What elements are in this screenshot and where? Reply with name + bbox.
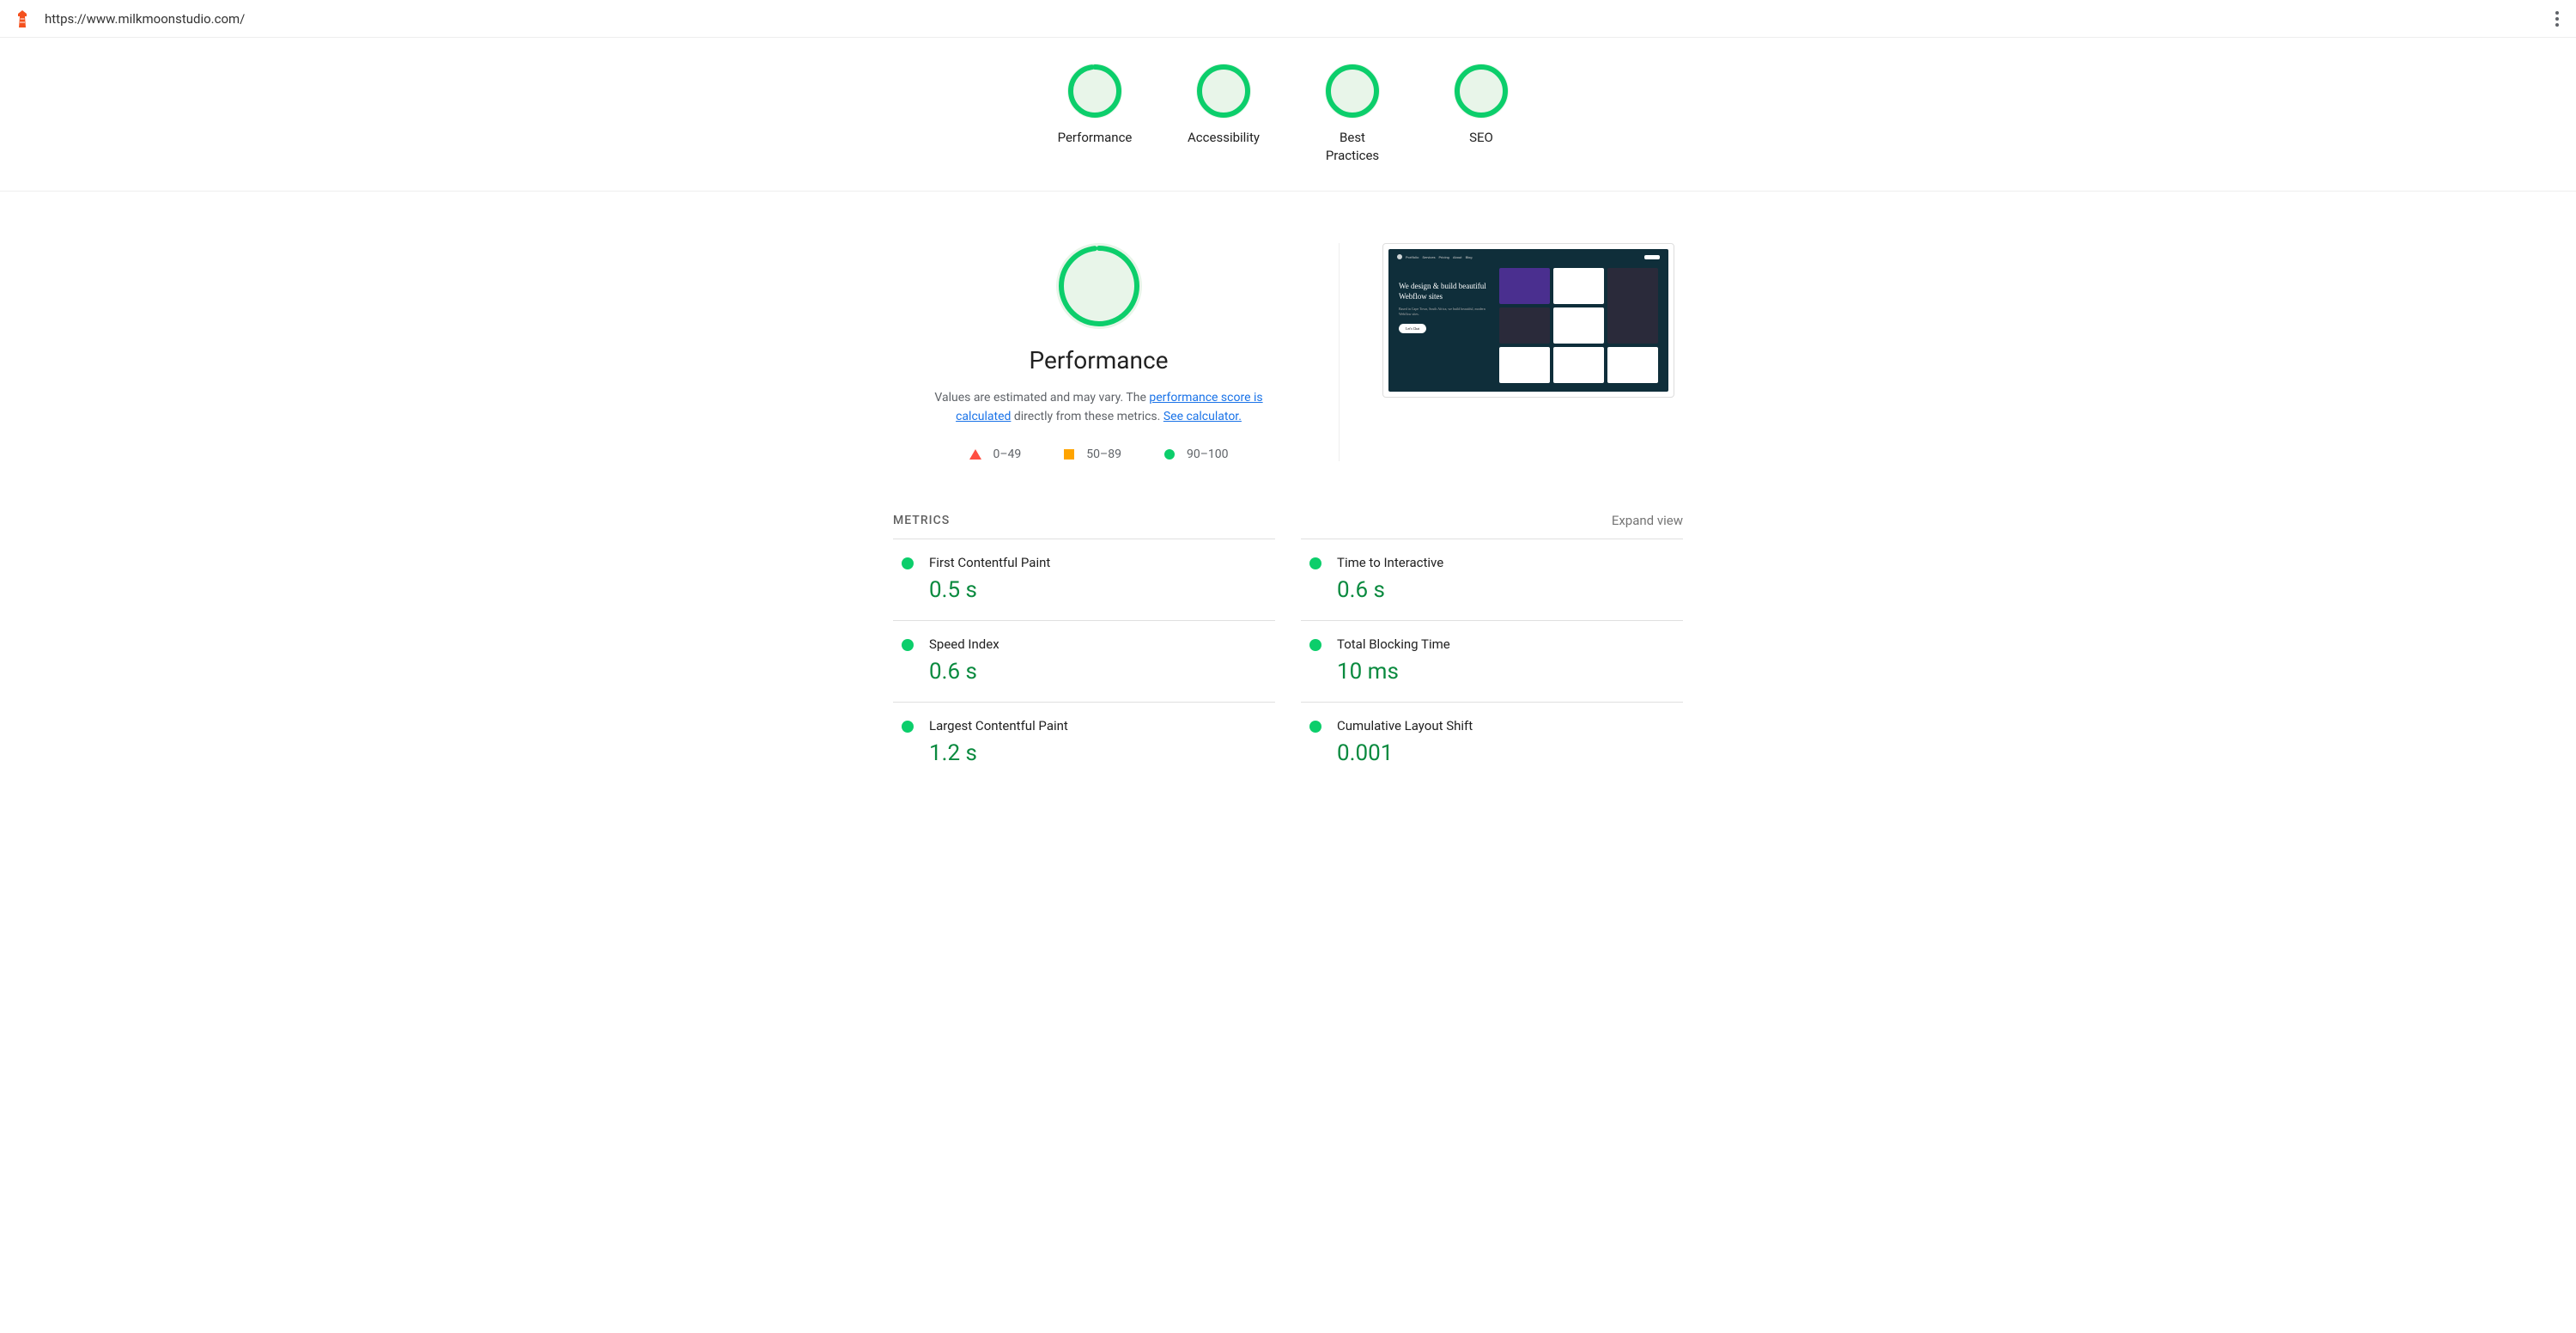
score-label: Accessibility — [1188, 129, 1260, 147]
main-content: 98 Performance Values are estimated and … — [859, 192, 1717, 818]
gauge-icon: 98 — [1056, 243, 1142, 329]
status-dot-icon — [902, 639, 914, 651]
score-best-practices[interactable]: 100 Best Practices — [1314, 64, 1391, 165]
metric-fcp[interactable]: First Contentful Paint 0.5 s — [893, 539, 1275, 620]
lighthouse-icon — [14, 10, 31, 27]
metric-name: Time to Interactive — [1337, 555, 1674, 570]
gauge-icon: 100 — [1196, 64, 1251, 119]
performance-header: 98 Performance Values are estimated and … — [893, 243, 1683, 461]
circle-green-icon — [1164, 449, 1175, 460]
metrics-header: METRICS Expand view — [893, 513, 1683, 528]
score-label: SEO — [1469, 129, 1493, 147]
metric-value: 0.6 s — [929, 659, 1267, 685]
metric-value: 0.5 s — [929, 577, 1267, 603]
score-accessibility[interactable]: 100 Accessibility — [1185, 64, 1262, 165]
metrics-grid: First Contentful Paint 0.5 s Time to Int… — [893, 539, 1683, 783]
metric-name: Cumulative Layout Shift — [1337, 718, 1674, 733]
gauge-icon: 100 — [1454, 64, 1509, 119]
metric-tti[interactable]: Time to Interactive 0.6 s — [1301, 539, 1683, 620]
performance-title: Performance — [1030, 346, 1169, 374]
status-dot-icon — [902, 557, 914, 569]
metric-lcp[interactable]: Largest Contentful Paint 1.2 s — [893, 702, 1275, 783]
triangle-red-icon — [969, 449, 981, 460]
metric-name: Speed Index — [929, 636, 1267, 652]
metric-speed-index[interactable]: Speed Index 0.6 s — [893, 620, 1275, 702]
url-text: https://www.milkmoonstudio.com/ — [45, 11, 2538, 27]
metric-name: First Contentful Paint — [929, 555, 1267, 570]
metric-value: 0.6 s — [1337, 577, 1674, 603]
status-dot-icon — [1309, 721, 1321, 733]
metric-tbt[interactable]: Total Blocking Time 10 ms — [1301, 620, 1683, 702]
see-calculator-link[interactable]: See calculator. — [1163, 410, 1242, 423]
square-orange-icon — [1064, 449, 1074, 460]
score-seo[interactable]: 100 SEO — [1443, 64, 1520, 165]
metric-value: 1.2 s — [929, 740, 1267, 766]
metric-name: Largest Contentful Paint — [929, 718, 1267, 733]
gauge-icon: 98 — [1067, 64, 1122, 119]
status-dot-icon — [1309, 557, 1321, 569]
performance-description: Values are estimated and may vary. The p… — [910, 388, 1288, 427]
more-menu-button[interactable] — [2552, 8, 2562, 30]
metric-cls[interactable]: Cumulative Layout Shift 0.001 — [1301, 702, 1683, 783]
score-performance[interactable]: 98 Performance — [1056, 64, 1133, 165]
toolbar: https://www.milkmoonstudio.com/ — [0, 0, 2576, 38]
scores-summary: 98 Performance 100 Accessibility 100 Bes… — [0, 38, 2576, 192]
score-label: Best Practices — [1314, 129, 1391, 165]
metrics-section-title: METRICS — [893, 514, 950, 527]
score-label: Performance — [1058, 129, 1133, 147]
metric-value: 10 ms — [1337, 659, 1674, 685]
legend-average: 50–89 — [1064, 447, 1121, 461]
status-dot-icon — [1309, 639, 1321, 651]
score-legend: 0–49 50–89 90–100 — [969, 447, 1229, 461]
page-screenshot-thumbnail[interactable]: Portfolio Services Pricing About Blog We… — [1382, 243, 1674, 398]
expand-view-toggle[interactable]: Expand view — [1612, 513, 1683, 528]
legend-fail: 0–49 — [969, 447, 1022, 461]
status-dot-icon — [902, 721, 914, 733]
legend-pass: 90–100 — [1164, 447, 1229, 461]
metric-value: 0.001 — [1337, 740, 1674, 766]
gauge-icon: 100 — [1325, 64, 1380, 119]
metric-name: Total Blocking Time — [1337, 636, 1674, 652]
